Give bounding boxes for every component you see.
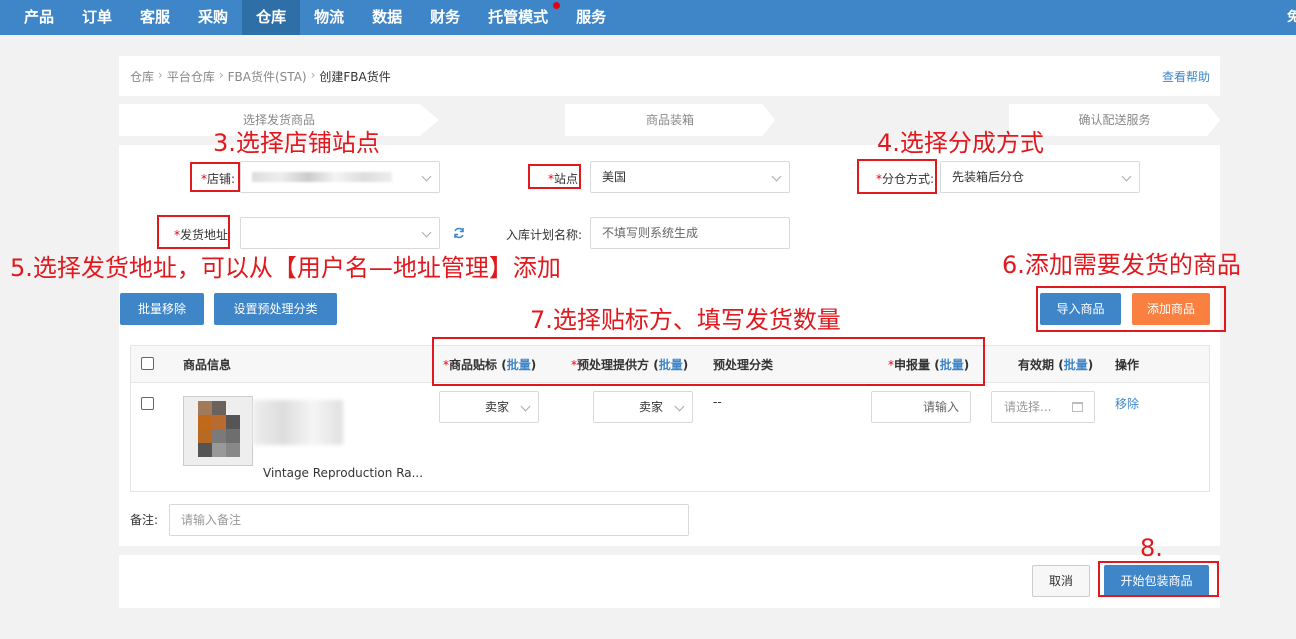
th-expiry: 有效期 (批量) [1018, 358, 1094, 372]
annotation-step-6: 6.添加需要发货的商品 [1002, 251, 1241, 279]
nav-item-purchase[interactable]: 采购 [184, 0, 242, 35]
product-thumbnail [183, 396, 253, 466]
product-name: Vintage Reproduction Ra... [263, 466, 424, 480]
expiry-date-input[interactable]: 请选择... [991, 391, 1095, 423]
calendar-icon [1072, 402, 1083, 412]
nav-item-services[interactable]: 服务 [562, 0, 620, 35]
site-value: 美国 [602, 170, 627, 184]
label-select[interactable]: 卖家 [439, 391, 539, 423]
annotation-box-address [157, 215, 230, 249]
nav-item-warehouse[interactable]: 仓库 [242, 0, 301, 35]
top-nav: 产品 订单 客服 采购 仓库 物流 数据 财务 托管模式 服务 免 [0, 0, 1296, 35]
nav-item-data[interactable]: 数据 [358, 0, 416, 35]
cancel-button[interactable]: 取消 [1032, 565, 1090, 597]
annotation-box-store [190, 162, 240, 192]
annotation-step-3: 3.选择店铺站点 [213, 129, 380, 157]
select-all-checkbox[interactable] [141, 357, 154, 370]
prep-provider-select[interactable]: 卖家 [593, 391, 693, 423]
breadcrumb-platform-warehouse[interactable]: 平台仓库 [167, 68, 215, 85]
annotation-box-start-button [1098, 561, 1219, 597]
notification-dot [553, 2, 561, 9]
annotation-box-table-headers [432, 337, 985, 386]
nav-item-hosting-label: 托管模式 [488, 8, 549, 26]
remark-input[interactable]: 请输入备注 [169, 504, 689, 536]
annotation-step-4: 4.选择分成方式 [877, 129, 1044, 157]
annotation-step-8: 8. [1140, 534, 1163, 562]
breadcrumb: 仓库 › 平台仓库 › FBA货件(STA) › 创建FBA货件 [130, 68, 391, 85]
th-ops: 操作 [1115, 358, 1140, 372]
store-value-redacted [252, 172, 392, 182]
th-goods-info: 商品信息 [183, 358, 232, 372]
site-select[interactable]: 美国 [590, 161, 790, 193]
expiry-placeholder: 请选择... [1004, 400, 1052, 414]
prep-provider-value: 卖家 [639, 400, 664, 414]
nav-right-text[interactable]: 免 [1287, 0, 1296, 35]
breadcrumb-separator: › [218, 68, 224, 82]
chevron-down-icon [674, 401, 685, 412]
prep-category-value: -- [713, 395, 722, 409]
annotation-box-split [857, 159, 937, 194]
refresh-icon[interactable] [453, 227, 465, 239]
breadcrumb-separator: › [310, 68, 316, 82]
declared-qty-input[interactable]: 请输入 [871, 391, 971, 423]
address-select[interactable] [240, 217, 440, 249]
nav-item-logistics[interactable]: 物流 [300, 0, 358, 35]
annotation-step-5: 5.选择发货地址，可以从【用户名—地址管理】添加 [10, 254, 561, 282]
store-select[interactable] [240, 161, 440, 193]
nav-item-hosting[interactable]: 托管模式 [474, 0, 562, 35]
step-packing: 商品装箱 [565, 104, 775, 136]
split-select[interactable]: 先装箱后分仓 [940, 161, 1140, 193]
annotation-box-goods-buttons [1036, 286, 1226, 332]
remark-label: 备注: [130, 513, 159, 527]
plan-label: 入库计划名称: [505, 228, 582, 242]
set-prep-button[interactable]: 设置预处理分类 [214, 293, 337, 325]
chevron-down-icon [1121, 171, 1132, 182]
batch-remove-button[interactable]: 批量移除 [120, 293, 204, 325]
split-value: 先装箱后分仓 [952, 170, 1025, 184]
chevron-down-icon [771, 171, 782, 182]
breadcrumb-separator: › [158, 68, 163, 82]
nav-item-service[interactable]: 客服 [126, 0, 184, 35]
chevron-down-icon [520, 401, 531, 412]
help-link[interactable]: 查看帮助 [1162, 68, 1210, 85]
label-select-value: 卖家 [485, 400, 510, 414]
breadcrumb-fba-shipment[interactable]: FBA货件(STA) [228, 68, 307, 85]
breadcrumb-current: 创建FBA货件 [319, 70, 391, 84]
nav-item-product[interactable]: 产品 [10, 0, 68, 35]
nav-item-finance[interactable]: 财务 [416, 0, 474, 35]
plan-name-input[interactable]: 不填写则系统生成 [590, 217, 790, 249]
nav-item-orders[interactable]: 订单 [68, 0, 126, 35]
annotation-box-site [528, 164, 581, 189]
chevron-down-icon [421, 227, 432, 238]
batch-expiry-link[interactable]: 批量 [1064, 358, 1088, 372]
breadcrumb-warehouse[interactable]: 仓库 [130, 68, 154, 85]
product-title-redacted [253, 400, 343, 445]
breadcrumb-card: 仓库 › 平台仓库 › FBA货件(STA) › 创建FBA货件 查看帮助 [119, 56, 1220, 96]
row-checkbox[interactable] [141, 397, 154, 410]
product-thumbnail-pixelated [184, 397, 252, 465]
remove-row-link[interactable]: 移除 [1115, 395, 1139, 412]
chevron-down-icon [421, 171, 432, 182]
annotation-step-7: 7.选择贴标方、填写发货数量 [530, 306, 841, 334]
